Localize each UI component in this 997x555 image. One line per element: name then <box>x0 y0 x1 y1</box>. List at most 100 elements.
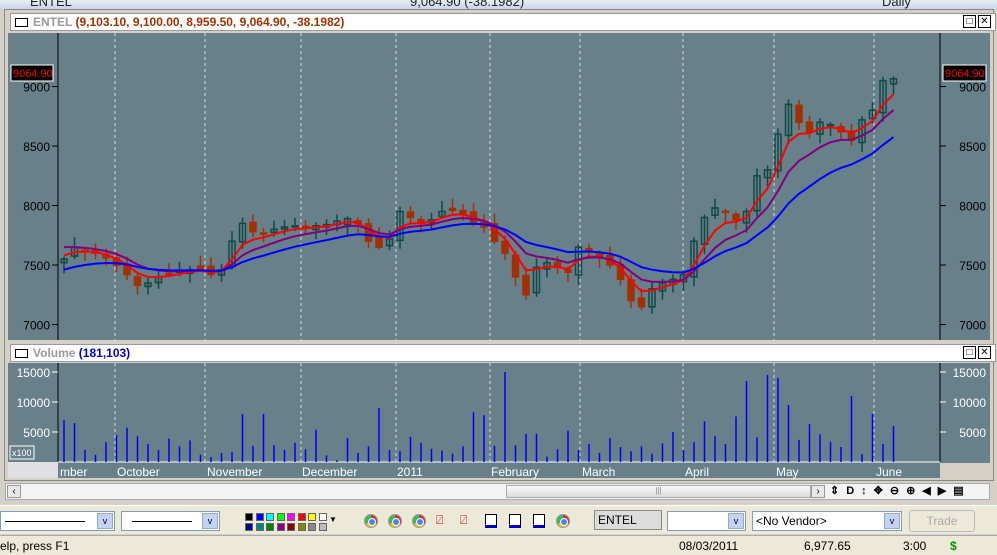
candle-down <box>637 297 646 308</box>
candle-down <box>165 272 173 276</box>
trade-button[interactable]: Trade <box>909 510 975 532</box>
color-swatch[interactable] <box>297 513 306 521</box>
candle-down <box>249 221 257 233</box>
bottom-toolbar: v v ▼ ⍁ ⍁ ENTEL v <No Vendor> v Trade <box>0 505 997 534</box>
color-swatch[interactable] <box>276 523 285 531</box>
last-price-left: 9064.90 <box>13 68 53 80</box>
x-axis-label: December <box>302 465 357 479</box>
candle-down <box>522 274 530 296</box>
candle-down <box>133 276 142 287</box>
candle-up <box>826 123 835 127</box>
chart-nav-icons[interactable]: ⇕D↕✥⊖⊕◀▶▤ <box>830 484 971 497</box>
candle-down <box>805 121 814 133</box>
candle-down <box>564 269 572 273</box>
x-axis-label: October <box>117 465 160 479</box>
chrome-icon[interactable] <box>364 514 378 528</box>
chrome-icon[interactable] <box>556 514 570 528</box>
candle-down <box>406 211 415 219</box>
color-swatch[interactable] <box>276 513 285 521</box>
scroll-right-button[interactable]: › <box>811 485 825 498</box>
last-price-right: 9064.90 <box>945 68 985 80</box>
x-axis-label: November <box>207 465 262 479</box>
candle-down <box>732 213 740 221</box>
candle-up <box>291 225 299 228</box>
color-swatch[interactable] <box>245 513 253 521</box>
price-tick-label-left: 8000 <box>23 200 50 214</box>
status-value: 6,977.65 <box>804 539 851 553</box>
chrome-icon[interactable] <box>412 514 426 528</box>
color-swatch[interactable] <box>255 513 264 521</box>
chrome-icon[interactable] <box>388 514 402 528</box>
color-swatch[interactable] <box>308 513 316 521</box>
palette-dropdown-icon[interactable]: ▼ <box>329 515 337 524</box>
volume-tick-label-left: 10000 <box>17 396 51 410</box>
line-width-select[interactable]: v <box>121 511 220 531</box>
color-swatch[interactable] <box>266 513 274 521</box>
x-axis-label: February <box>491 465 539 479</box>
status-date: 08/03/2011 <box>679 539 739 553</box>
volume-plot-bg <box>8 363 990 463</box>
interval-select[interactable]: v <box>667 511 746 531</box>
color-swatch[interactable] <box>287 523 295 531</box>
price-tick-label-right: 7000 <box>959 319 986 333</box>
price-tick-label-left: 7500 <box>23 259 50 273</box>
vendor-select-value: <No Vendor> <box>756 514 827 528</box>
price-tick-label-left: 7000 <box>23 319 50 333</box>
volume-tick-label-right: 5000 <box>959 426 986 440</box>
candle-down <box>196 265 205 270</box>
horizontal-scrollbar[interactable]: ‹ ||| › ⇕D↕✥⊖⊕◀▶▤ <box>5 483 990 500</box>
x-axis-label: April <box>685 465 709 479</box>
status-help: elp, press F1 <box>0 539 70 553</box>
color-swatch[interactable] <box>308 523 316 531</box>
color-swatch[interactable] <box>318 523 327 531</box>
line-style-select[interactable]: v <box>0 511 115 531</box>
color-swatch[interactable] <box>255 523 264 531</box>
color-swatch[interactable] <box>297 523 306 531</box>
color-swatch[interactable] <box>287 513 295 521</box>
symbol-field[interactable]: ENTEL <box>594 510 662 530</box>
price-tick-label-left: 8500 <box>23 140 50 154</box>
x-axis-label: May <box>776 465 799 479</box>
scroll-thumb[interactable]: ||| <box>506 485 811 498</box>
x-axis-label: March <box>582 465 615 479</box>
volume-tick-label-left: 15000 <box>17 366 51 380</box>
axis-corner <box>8 462 58 478</box>
chevron-down-icon[interactable]: v <box>97 513 113 529</box>
vendor-select[interactable]: <No Vendor> v <box>752 511 902 531</box>
chevron-down-icon[interactable]: v <box>202 513 218 529</box>
panel-layout-icon[interactable] <box>485 514 497 528</box>
status-time: 3:00 <box>903 539 927 553</box>
x-axis-label: mber <box>60 465 87 479</box>
chart-remove-icon[interactable]: ⍁ <box>460 513 467 528</box>
volume-tick-label-right: 15000 <box>953 366 987 380</box>
status-bar: elp, press F1 08/03/2011 6,977.65 3:00 $ <box>0 535 997 555</box>
color-swatch[interactable] <box>245 523 253 531</box>
panel-layout-icon[interactable] <box>509 514 521 528</box>
color-swatch[interactable] <box>266 523 274 531</box>
candle-down <box>795 104 803 123</box>
candle-down <box>375 237 383 248</box>
price-tick-label-right: 7500 <box>959 259 986 273</box>
x-axis-label: 2011 <box>397 465 423 479</box>
x-axis-label: June <box>876 465 902 479</box>
scroll-left-button[interactable]: ‹ <box>7 485 21 498</box>
volume-tick-label-left: 5000 <box>23 426 50 440</box>
price-tick-label-right: 8000 <box>959 200 986 214</box>
candle-down <box>259 232 268 235</box>
chevron-down-icon[interactable]: v <box>884 513 900 529</box>
volume-tick-label-right: 10000 <box>953 396 987 410</box>
price-tick-label-right: 9000 <box>959 81 986 95</box>
chart-add-icon[interactable]: ⍁ <box>436 513 443 528</box>
color-swatch[interactable] <box>318 513 327 521</box>
candle-down <box>585 247 593 252</box>
chevron-down-icon[interactable]: v <box>728 513 744 529</box>
currency-icon: $ <box>950 539 957 553</box>
candle-down <box>459 209 467 215</box>
candle-down <box>721 210 730 214</box>
candle-down <box>448 207 457 212</box>
candle-down <box>364 223 373 242</box>
chart-canvas[interactable]: 9000 9000 8500 8500 8000 8000 7500 7500 7000 7000… <box>0 0 997 480</box>
volume-multiplier: x100 <box>12 448 32 458</box>
panel-layout-icon[interactable] <box>533 514 545 528</box>
price-tick-label-right: 8500 <box>959 140 986 154</box>
